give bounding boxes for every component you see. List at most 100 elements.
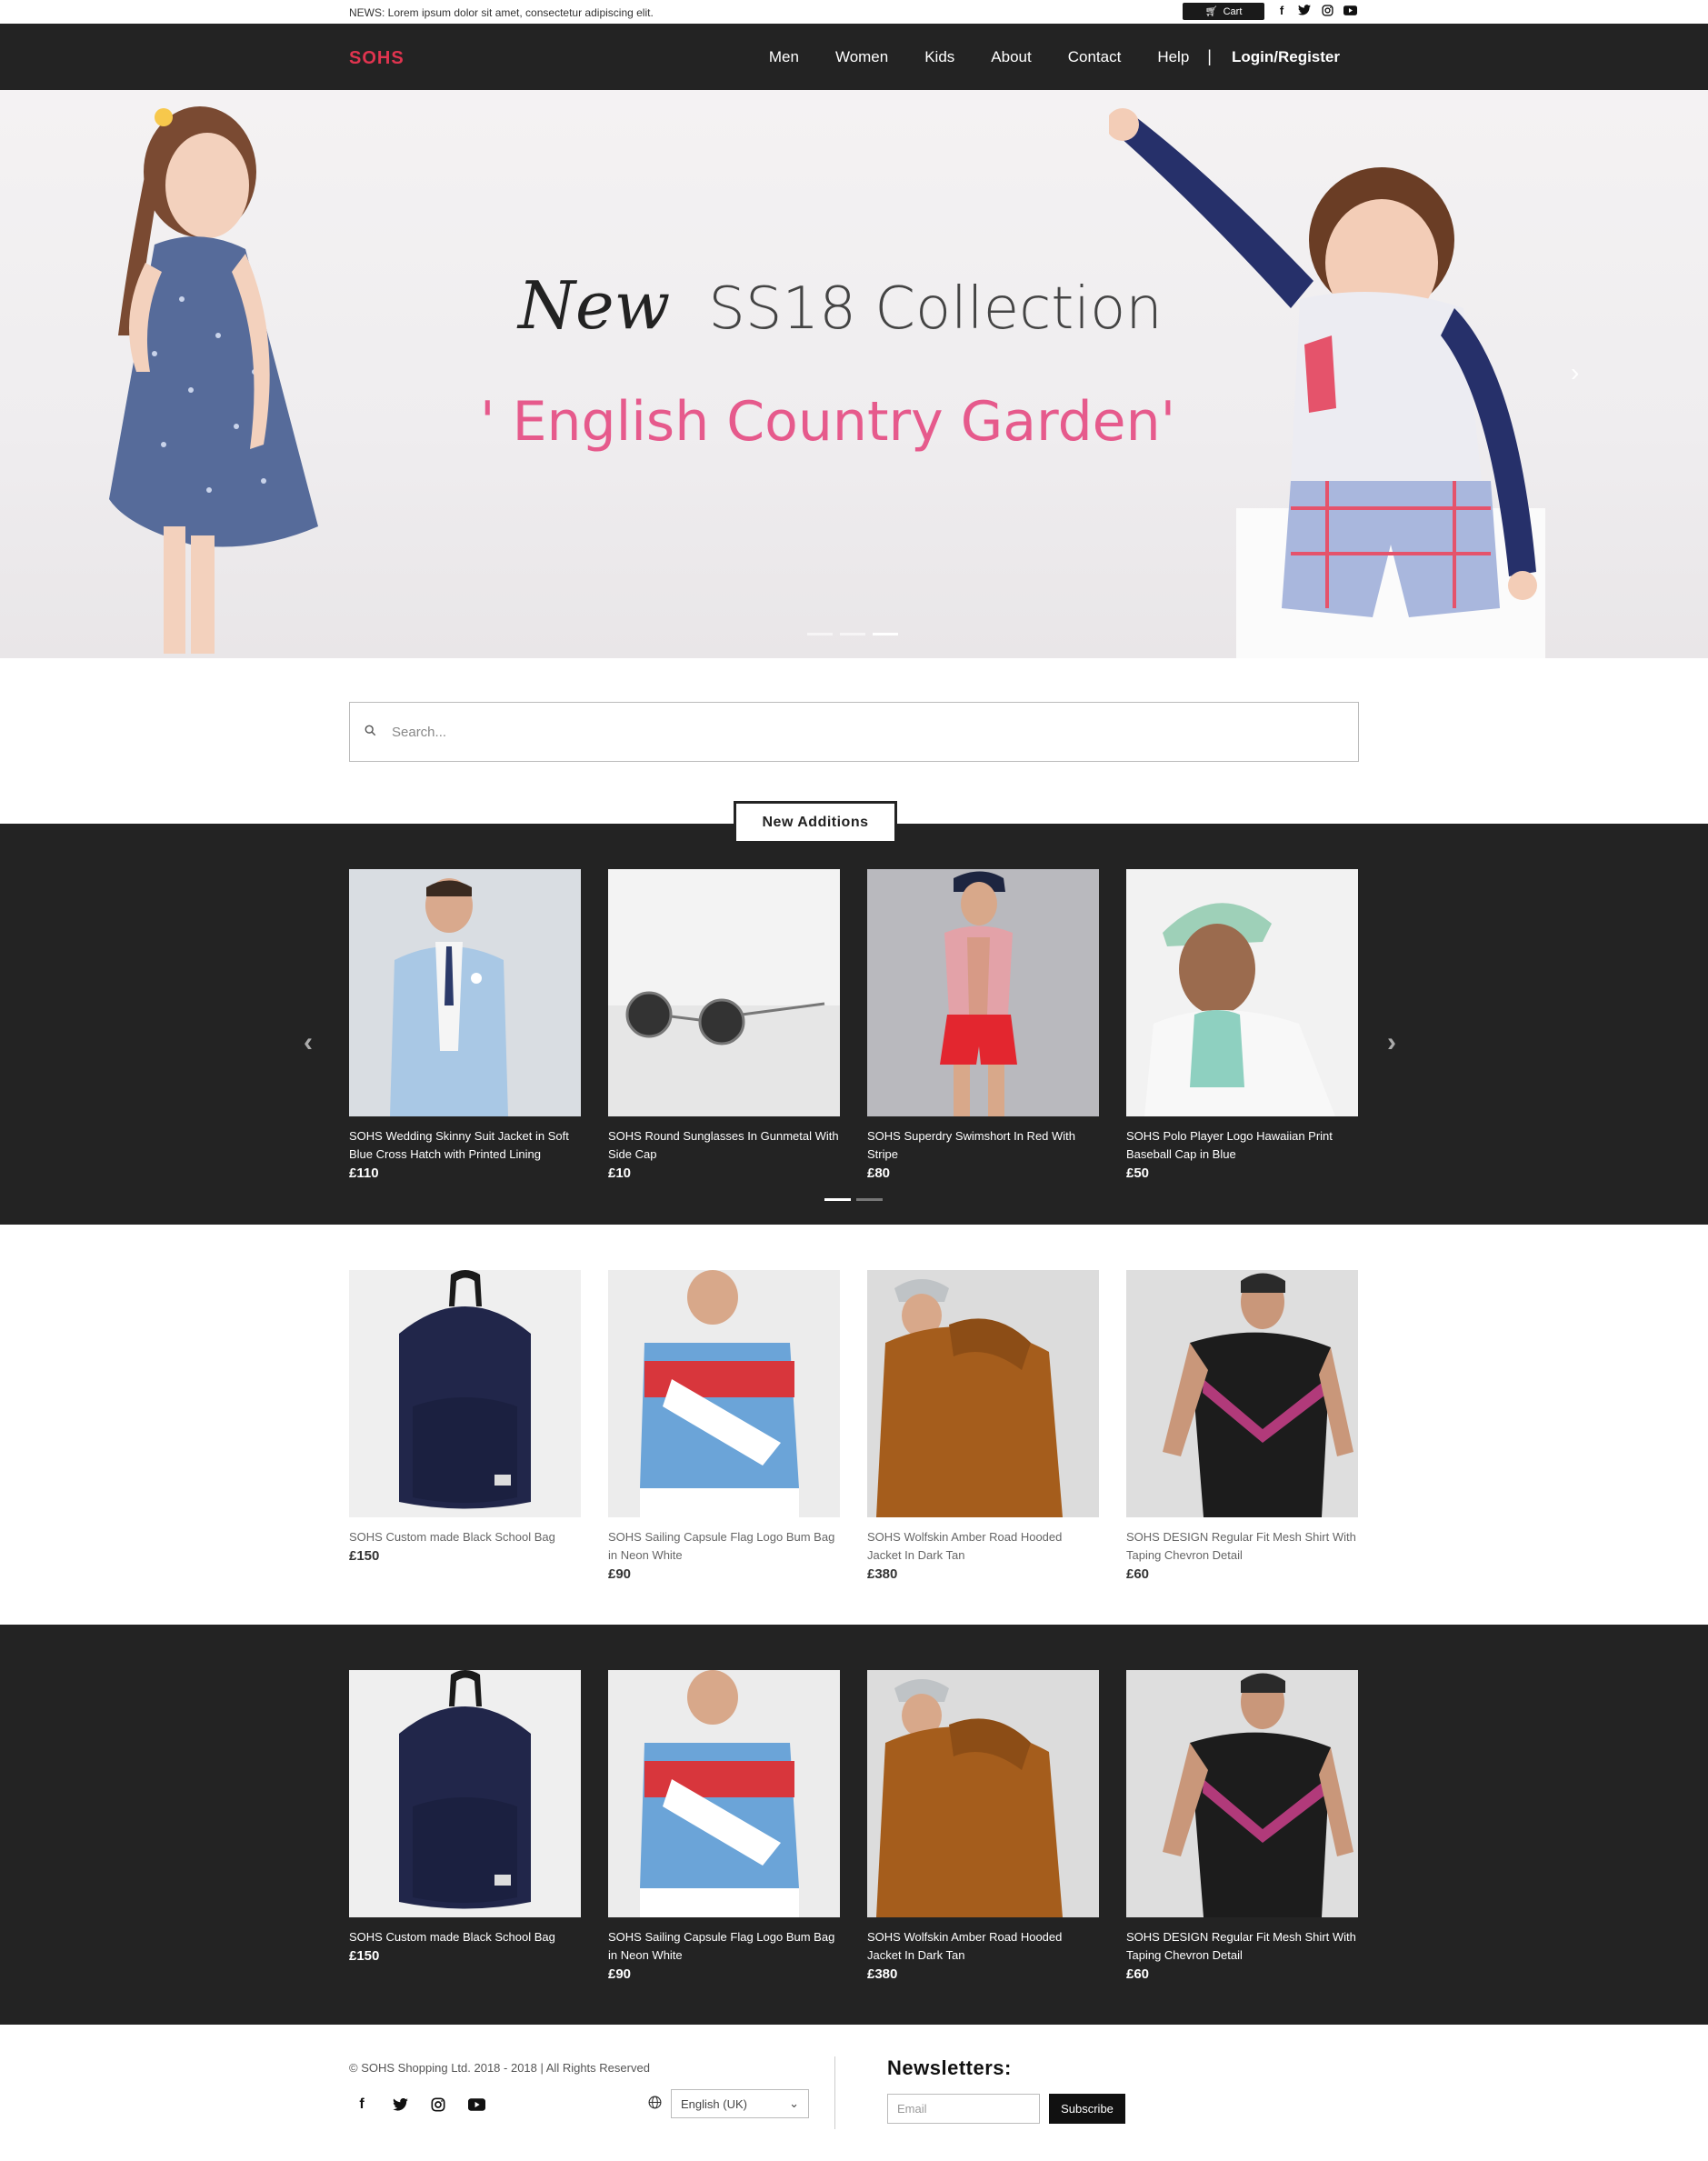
search-icon [365,725,381,739]
product-title[interactable]: SOHS Wolfskin Amber Road Hooded Jacket I… [867,1528,1099,1565]
product-title[interactable]: SOHS Custom made Black School Bag [349,1528,581,1546]
product-card[interactable]: SOHS Custom made Black School Bag £150 [349,1670,581,1982]
instagram-icon[interactable] [1320,3,1334,17]
twitter-icon[interactable] [391,2096,409,2114]
product-card[interactable]: SOHS Custom made Black School Bag £150 [349,1270,581,1582]
product-image-school-bag [349,1270,581,1517]
top-social-links: f [1274,3,1357,17]
product-card[interactable]: SOHS Sailing Capsule Flag Logo Bum Bag i… [608,1270,840,1582]
nav-item-kids[interactable]: Kids [924,48,954,66]
product-price: £150 [349,1548,380,1564]
product-price: £50 [1126,1166,1150,1181]
product-image-swimshort [867,869,1099,1116]
product-title[interactable]: SOHS Round Sunglasses In Gunmetal With S… [608,1127,840,1164]
language-select[interactable]: English (UK) ⌄ [671,2089,809,2118]
product-title[interactable]: SOHS Wedding Skinny Suit Jacket in Soft … [349,1127,581,1164]
product-price: £380 [867,1966,898,1982]
carousel-dot-1[interactable] [824,1198,851,1201]
product-price: £90 [608,1566,632,1582]
hero-collection-title: SS18 Collection [708,275,1163,343]
instagram-icon[interactable] [429,2096,447,2114]
news-text: NEWS: Lorem ipsum dolor sit amet, consec… [349,6,654,19]
product-price: £60 [1126,1966,1150,1982]
hero-boy-image [1109,108,1545,658]
youtube-icon[interactable] [467,2096,485,2114]
copyright-text: © SOHS Shopping Ltd. 2018 - 2018 | All R… [349,2061,650,2075]
hero-subtitle: ' English Country Garden' [480,390,1176,454]
globe-icon [648,2096,662,2112]
product-image-sunglasses [608,869,840,1116]
product-card[interactable]: SOHS Wolfskin Amber Road Hooded Jacket I… [867,1270,1099,1582]
footer: © SOHS Shopping Ltd. 2018 - 2018 | All R… [0,2025,1708,2161]
product-price: £10 [608,1166,632,1181]
product-card[interactable]: SOHS Round Sunglasses In Gunmetal With S… [608,869,840,1181]
nav-menu: Men Women Kids About Contact Help | Logi… [733,47,1340,66]
product-title[interactable]: SOHS Superdry Swimshort In Red With Stri… [867,1127,1099,1164]
carousel-next-arrow-icon[interactable]: › [1387,1027,1396,1058]
hero-headline: New SS18 Collection [518,267,1163,344]
product-image-school-bag [349,1670,581,1917]
email-field[interactable] [887,2094,1040,2124]
site-logo[interactable]: SOHS [349,48,405,69]
new-additions-label: New Additions [734,801,897,844]
search-input[interactable] [392,724,1210,740]
hero-dot-1[interactable] [807,633,833,635]
carousel-page-indicators [824,1198,883,1201]
product-image-bum-bag [608,1270,840,1517]
product-card[interactable]: SOHS Sailing Capsule Flag Logo Bum Bag i… [608,1670,840,1982]
product-price: £60 [1126,1566,1150,1582]
newsletter-title: Newsletters: [887,2056,1012,2079]
youtube-icon[interactable] [1343,3,1357,17]
product-title[interactable]: SOHS DESIGN Regular Fit Mesh Shirt With … [1126,1928,1358,1965]
login-register-link[interactable]: Login/Register [1232,48,1340,66]
carousel-prev-arrow-icon[interactable]: ‹ [304,1027,313,1058]
cart-icon: 🛒︎ [1204,6,1218,17]
product-title[interactable]: SOHS DESIGN Regular Fit Mesh Shirt With … [1126,1528,1358,1565]
carousel-dot-2[interactable] [856,1198,883,1201]
product-title[interactable]: SOHS Wolfskin Amber Road Hooded Jacket I… [867,1928,1099,1965]
product-card[interactable]: SOHS DESIGN Regular Fit Mesh Shirt With … [1126,1670,1358,1982]
nav-item-women[interactable]: Women [835,48,888,66]
product-price: £380 [867,1566,898,1582]
twitter-icon[interactable] [1297,3,1312,17]
hero-girl-image [109,106,318,654]
product-price: £80 [867,1166,891,1181]
hero-slide-indicators [807,633,898,635]
product-title[interactable]: SOHS Sailing Capsule Flag Logo Bum Bag i… [608,1928,840,1965]
footer-social-links: f [353,2096,485,2114]
facebook-icon[interactable]: f [1274,3,1289,17]
hero-new-word: New [518,267,671,344]
product-price: £90 [608,1966,632,1982]
product-card[interactable]: SOHS Polo Player Logo Hawaiian Print Bas… [1126,869,1358,1181]
product-title[interactable]: SOHS Polo Player Logo Hawaiian Print Bas… [1126,1127,1358,1164]
chevron-down-icon: ⌄ [789,2096,799,2110]
hero-next-arrow-icon[interactable]: › [1571,358,1579,387]
nav-item-men[interactable]: Men [769,48,799,66]
product-title[interactable]: SOHS Custom made Black School Bag [349,1928,581,1946]
news-bar: NEWS: Lorem ipsum dolor sit amet, consec… [0,0,1708,24]
footer-divider [834,2056,835,2129]
cart-button[interactable]: 🛒︎ Cart [1183,3,1264,20]
product-title[interactable]: SOHS Sailing Capsule Flag Logo Bum Bag i… [608,1528,840,1565]
hero-banner[interactable]: New SS18 Collection ' English Country Ga… [0,90,1708,658]
nav-item-help[interactable]: Help [1157,48,1189,66]
language-selector: English (UK) ⌄ [648,2089,809,2118]
product-image-hooded-jacket [867,1670,1099,1917]
hero-dot-2[interactable] [840,633,865,635]
nav-item-about[interactable]: About [991,48,1031,66]
product-image-suit-jacket [349,869,581,1116]
search-bar[interactable] [349,702,1359,762]
product-card[interactable]: SOHS DESIGN Regular Fit Mesh Shirt With … [1126,1270,1358,1582]
product-card[interactable]: SOHS Wedding Skinny Suit Jacket in Soft … [349,869,581,1181]
hero-dot-3[interactable] [873,633,898,635]
product-price: £110 [349,1166,379,1181]
product-card[interactable]: SOHS Superdry Swimshort In Red With Stri… [867,869,1099,1181]
nav-item-contact[interactable]: Contact [1068,48,1122,66]
product-price: £150 [349,1948,380,1964]
new-additions-grid: SOHS Wedding Skinny Suit Jacket in Soft … [349,869,1358,1181]
subscribe-button[interactable]: Subscribe [1049,2094,1125,2124]
language-select-value: English (UK) [681,2096,747,2111]
product-grid-light: SOHS Custom made Black School Bag £150 S… [349,1270,1358,1582]
product-card[interactable]: SOHS Wolfskin Amber Road Hooded Jacket I… [867,1670,1099,1982]
facebook-icon[interactable]: f [353,2096,371,2114]
